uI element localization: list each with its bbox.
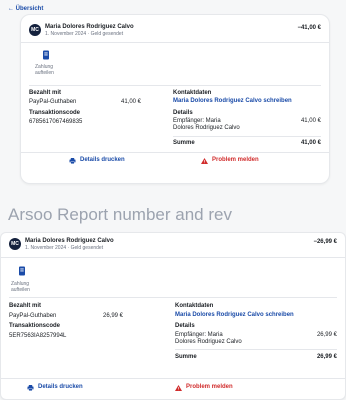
report-problem-label: Problem melden — [212, 157, 259, 163]
transaction-card-bottom: MC Maria Dolores Rodriguez Calvo 1. Nove… — [0, 232, 346, 400]
divider — [29, 85, 321, 86]
sum-amount: 26,99 € — [316, 354, 337, 360]
transaction-subtitle: 1. November 2024 · Geld gesendet — [45, 31, 124, 37]
caption-text: Arsoo Report number and rev — [8, 205, 232, 224]
paid-with-label: Bezahlt mit — [9, 303, 42, 309]
printer-icon — [69, 157, 76, 164]
warning-icon — [175, 384, 182, 391]
split-payment-button[interactable] — [17, 266, 27, 276]
recipient-label-1: Empfänger: Maria — [175, 332, 223, 338]
transaction-subtitle: 1. November 2024 · Geld gesendet — [25, 245, 104, 251]
sum-label: Summe — [175, 354, 197, 360]
arrow-left-icon: ← — [8, 6, 16, 12]
divider — [21, 42, 329, 43]
transaction-amount: −26,99 € — [313, 239, 337, 245]
split-payment-button[interactable] — [41, 50, 51, 60]
paid-with-amount: 41,00 € — [121, 99, 142, 105]
print-details-label: Details drucken — [38, 384, 83, 390]
paid-with-amount: 26,99 € — [103, 313, 124, 319]
divider — [173, 136, 321, 137]
print-details-button[interactable]: Details drucken — [27, 384, 83, 391]
recipient-amount: 41,00 € — [300, 118, 321, 124]
print-details-label: Details drucken — [80, 157, 125, 163]
recipient-label-2: Dolores Rodriguez Calvo — [175, 339, 242, 345]
payee-name: Maria Dolores Rodriguez Calvo — [25, 238, 114, 244]
recipient-label-2: Dolores Rodriguez Calvo — [173, 125, 240, 131]
contact-label: Kontaktdaten — [173, 90, 212, 96]
details-label: Details — [173, 110, 193, 116]
transaction-code: 6785617067469835 — [29, 119, 83, 125]
transaction-amount: −41,00 € — [297, 25, 321, 31]
contact-label: Kontaktdaten — [175, 303, 214, 309]
paid-with-method: PayPal-Guthaben — [29, 99, 77, 105]
contact-link[interactable]: Maria Dolores Rodriguez Calvo schreiben — [173, 98, 292, 105]
contact-link[interactable]: Maria Dolores Rodriguez Calvo schreiben — [175, 312, 294, 319]
document-icon — [19, 266, 25, 276]
divider — [1, 378, 345, 379]
transaction-code-label: Transaktionscode — [9, 323, 61, 329]
document-icon — [43, 50, 49, 60]
payee-name: Maria Dolores Rodriguez Calvo — [45, 24, 134, 30]
warning-icon — [201, 157, 208, 164]
paid-with-label: Bezahlt mit — [29, 90, 62, 96]
transaction-code-label: Transaktionscode — [29, 110, 81, 116]
avatar: MC — [29, 24, 41, 36]
divider — [175, 349, 337, 350]
report-problem-label: Problem melden — [186, 384, 233, 390]
avatar: MC — [9, 238, 21, 250]
print-details-button[interactable]: Details drucken — [69, 157, 125, 164]
split-payment-label-2: aufteilen — [35, 70, 54, 76]
transaction-card-top: MC Maria Dolores Rodriguez Calvo 1. Nove… — [20, 14, 330, 184]
divider — [1, 257, 345, 258]
paid-with-method: PayPal-Guthaben — [9, 313, 57, 319]
back-link[interactable]: ← Übersicht — [8, 6, 43, 13]
sum-label: Summe — [173, 140, 195, 146]
sum-amount: 41,00 € — [300, 140, 321, 146]
report-problem-button[interactable]: Problem melden — [175, 384, 233, 391]
report-problem-button[interactable]: Problem melden — [201, 157, 259, 164]
details-label: Details — [175, 323, 195, 329]
divider — [9, 297, 337, 298]
transaction-code: 5ER7563IA8257994L — [9, 333, 67, 339]
split-payment-label-2: aufteilen — [11, 287, 30, 293]
printer-icon — [27, 384, 34, 391]
divider — [21, 152, 329, 153]
recipient-label-1: Empfänger: Maria — [173, 118, 221, 124]
recipient-amount: 26,99 € — [316, 332, 337, 338]
